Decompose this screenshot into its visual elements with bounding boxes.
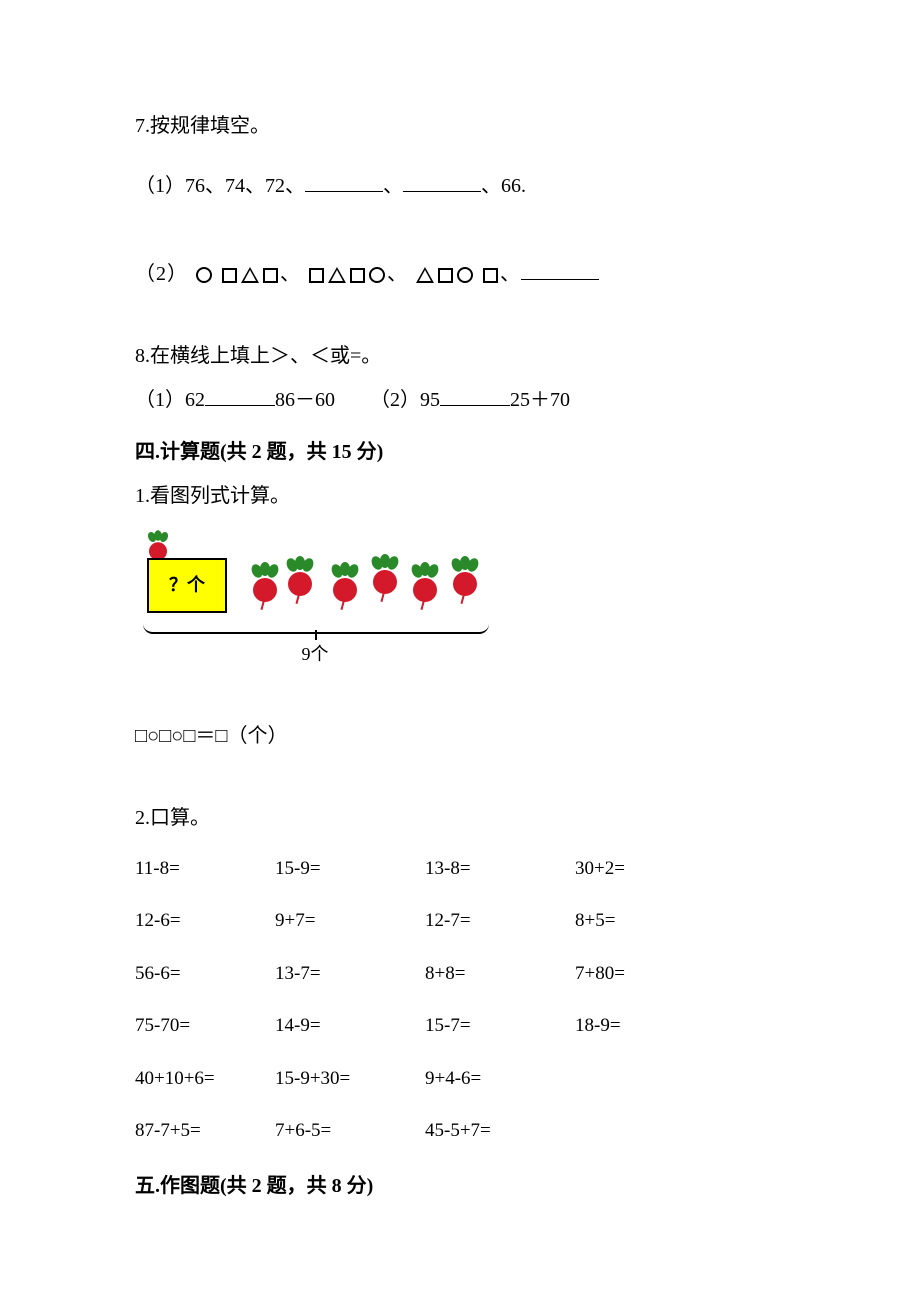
q8-p1a: （1）62 — [135, 389, 205, 411]
q7-p2-prefix: （2） — [135, 263, 188, 285]
calc-cell: 11-8= — [135, 854, 275, 884]
answer-template: □○□○□＝□（个） — [135, 720, 785, 752]
calc-cell: 8+8= — [425, 959, 575, 989]
q7-title: 7.按规律填空。 — [135, 110, 785, 142]
calc-cell: 14-9= — [275, 1011, 425, 1041]
bracket-tick — [315, 630, 317, 640]
q7-part2: （2） 、 、 、 — [135, 258, 785, 290]
calc-cell: 45-5+7= — [425, 1116, 575, 1146]
calc-cell: 15-9+30= — [275, 1064, 425, 1094]
calc-cell: 18-9= — [575, 1011, 695, 1041]
radish-icon — [285, 568, 315, 610]
section4-heading: 四.计算题(共 2 题，共 15 分) — [135, 436, 785, 468]
triangle-icon — [328, 267, 346, 283]
calc-cell: 56-6= — [135, 959, 275, 989]
q7-p1-prefix: （1）76、74、72、 — [135, 175, 305, 197]
s4-q1: 1.看图列式计算。 — [135, 480, 785, 512]
calc-cell: 12-6= — [135, 906, 275, 936]
calc-cell: 7+6-5= — [275, 1116, 425, 1146]
calc-cell: 13-7= — [275, 959, 425, 989]
triangle-icon — [416, 267, 434, 283]
radish-icon — [250, 574, 280, 616]
q8-p2a: （2）95 — [370, 389, 440, 411]
q7-p1-blank1[interactable] — [305, 170, 383, 192]
s4-q2: 2.口算。 — [135, 802, 785, 834]
calc-cell: 15-7= — [425, 1011, 575, 1041]
q8-body: （1）62 86－60 （2）95 25＋70 — [135, 384, 785, 416]
radish-icon — [410, 574, 440, 616]
bracket-label: 9个 — [302, 640, 329, 669]
unknown-box: ？个 — [147, 558, 227, 613]
calc-cell: 87-7+5= — [135, 1116, 275, 1146]
calc-cell: 15-9= — [275, 854, 425, 884]
calc-cell — [575, 1064, 695, 1094]
calc-cell: 40+10+6= — [135, 1064, 275, 1094]
section5-heading: 五.作图题(共 2 题，共 8 分) — [135, 1170, 785, 1202]
circle-icon — [196, 267, 212, 283]
square-icon — [309, 268, 324, 283]
radish-diagram: ？个 9个 — [135, 540, 495, 670]
q8-blank2[interactable] — [440, 384, 510, 406]
calc-cell — [575, 1116, 695, 1146]
q7-sep1: 、 — [383, 175, 403, 197]
sep: 、 — [500, 263, 521, 285]
q7-p2-blank[interactable] — [521, 258, 599, 280]
q7-p1-blank2[interactable] — [403, 170, 481, 192]
square-icon — [483, 268, 498, 283]
square-icon — [350, 268, 365, 283]
calc-cell: 8+5= — [575, 906, 695, 936]
q8-p2b: 25＋70 — [510, 389, 570, 411]
calc-cell: 9+4-6= — [425, 1064, 575, 1094]
square-icon — [222, 268, 237, 283]
radish-icon — [450, 568, 480, 610]
triangle-icon — [241, 267, 259, 283]
calc-cell: 9+7= — [275, 906, 425, 936]
q7-part1: （1）76、74、72、 、 、66. — [135, 170, 785, 202]
calc-cell: 75-70= — [135, 1011, 275, 1041]
radish-icon — [330, 574, 360, 616]
square-icon — [438, 268, 453, 283]
calc-grid: 11-8= 15-9= 13-8= 30+2= 12-6= 9+7= 12-7=… — [135, 854, 785, 1146]
radish-icon — [370, 566, 400, 608]
q8-p1b: 86－60 — [275, 389, 335, 411]
q8-blank1[interactable] — [205, 384, 275, 406]
q7-p1-suffix: 、66. — [481, 175, 526, 197]
circle-icon — [369, 267, 385, 283]
calc-cell: 12-7= — [425, 906, 575, 936]
circle-icon — [457, 267, 473, 283]
sep: 、 — [387, 263, 408, 285]
calc-cell: 13-8= — [425, 854, 575, 884]
box-label: ？个 — [169, 571, 205, 600]
calc-cell: 7+80= — [575, 959, 695, 989]
square-icon — [263, 268, 278, 283]
sep: 、 — [280, 263, 301, 285]
calc-cell: 30+2= — [575, 854, 695, 884]
q8-title: 8.在横线上填上＞、＜或=。 — [135, 340, 785, 372]
